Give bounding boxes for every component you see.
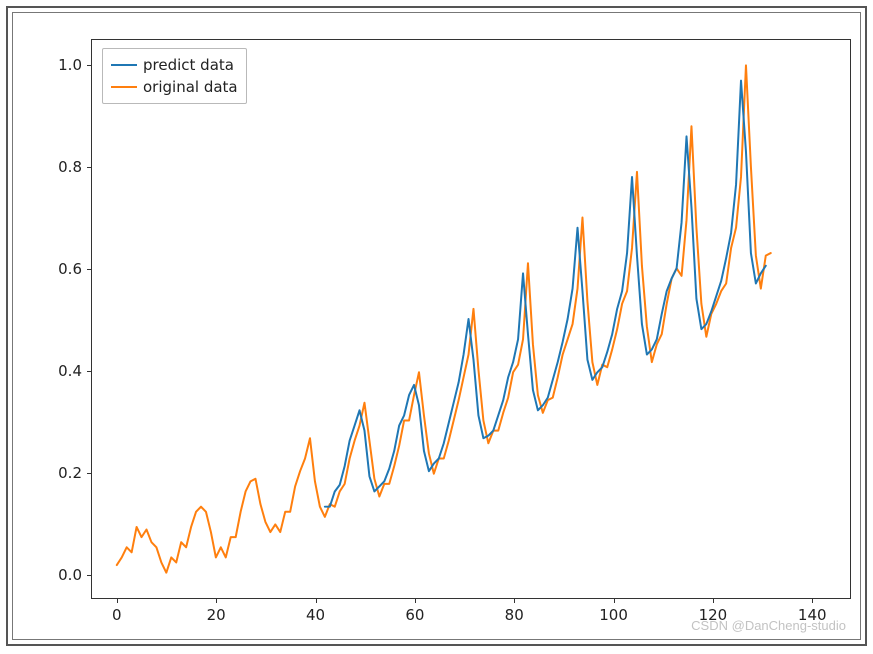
chart-lines-svg [92, 40, 850, 598]
legend-entry-original: original data [111, 76, 238, 98]
legend-label-predict: predict data [143, 56, 234, 74]
y-tick-label: 0.4 [58, 362, 92, 380]
outer-frame: predict data original data 0.0 0.2 0.4 0.6 0… [6, 6, 867, 646]
legend-entry-predict: predict data [111, 54, 238, 76]
x-tick-label: 40 [306, 598, 325, 624]
y-tick-label: 1.0 [58, 56, 92, 74]
legend-swatch-predict [111, 64, 137, 66]
plot-area: predict data original data 0.00.20.40.60… [91, 39, 851, 599]
line-original-data [117, 65, 771, 572]
x-tick-label: 80 [505, 598, 524, 624]
x-tick-label: 20 [207, 598, 226, 624]
y-tick-label: 0.0 [58, 566, 92, 584]
line-predict-data [325, 81, 766, 507]
inner-frame: predict data original data 0.0 0.2 0.4 0.6 0… [12, 12, 861, 640]
y-tick-label: 0.6 [58, 260, 92, 278]
x-tick-label: 100 [599, 598, 628, 624]
x-tick-label: 60 [405, 598, 424, 624]
y-tick-label: 0.2 [58, 464, 92, 482]
y-tick-label: 0.8 [58, 158, 92, 176]
legend-swatch-original [111, 86, 137, 88]
legend: predict data original data [102, 48, 247, 104]
legend-label-original: original data [143, 78, 238, 96]
x-tick-label: 0 [112, 598, 122, 624]
watermark: CSDN @DanCheng-studio [691, 618, 846, 633]
